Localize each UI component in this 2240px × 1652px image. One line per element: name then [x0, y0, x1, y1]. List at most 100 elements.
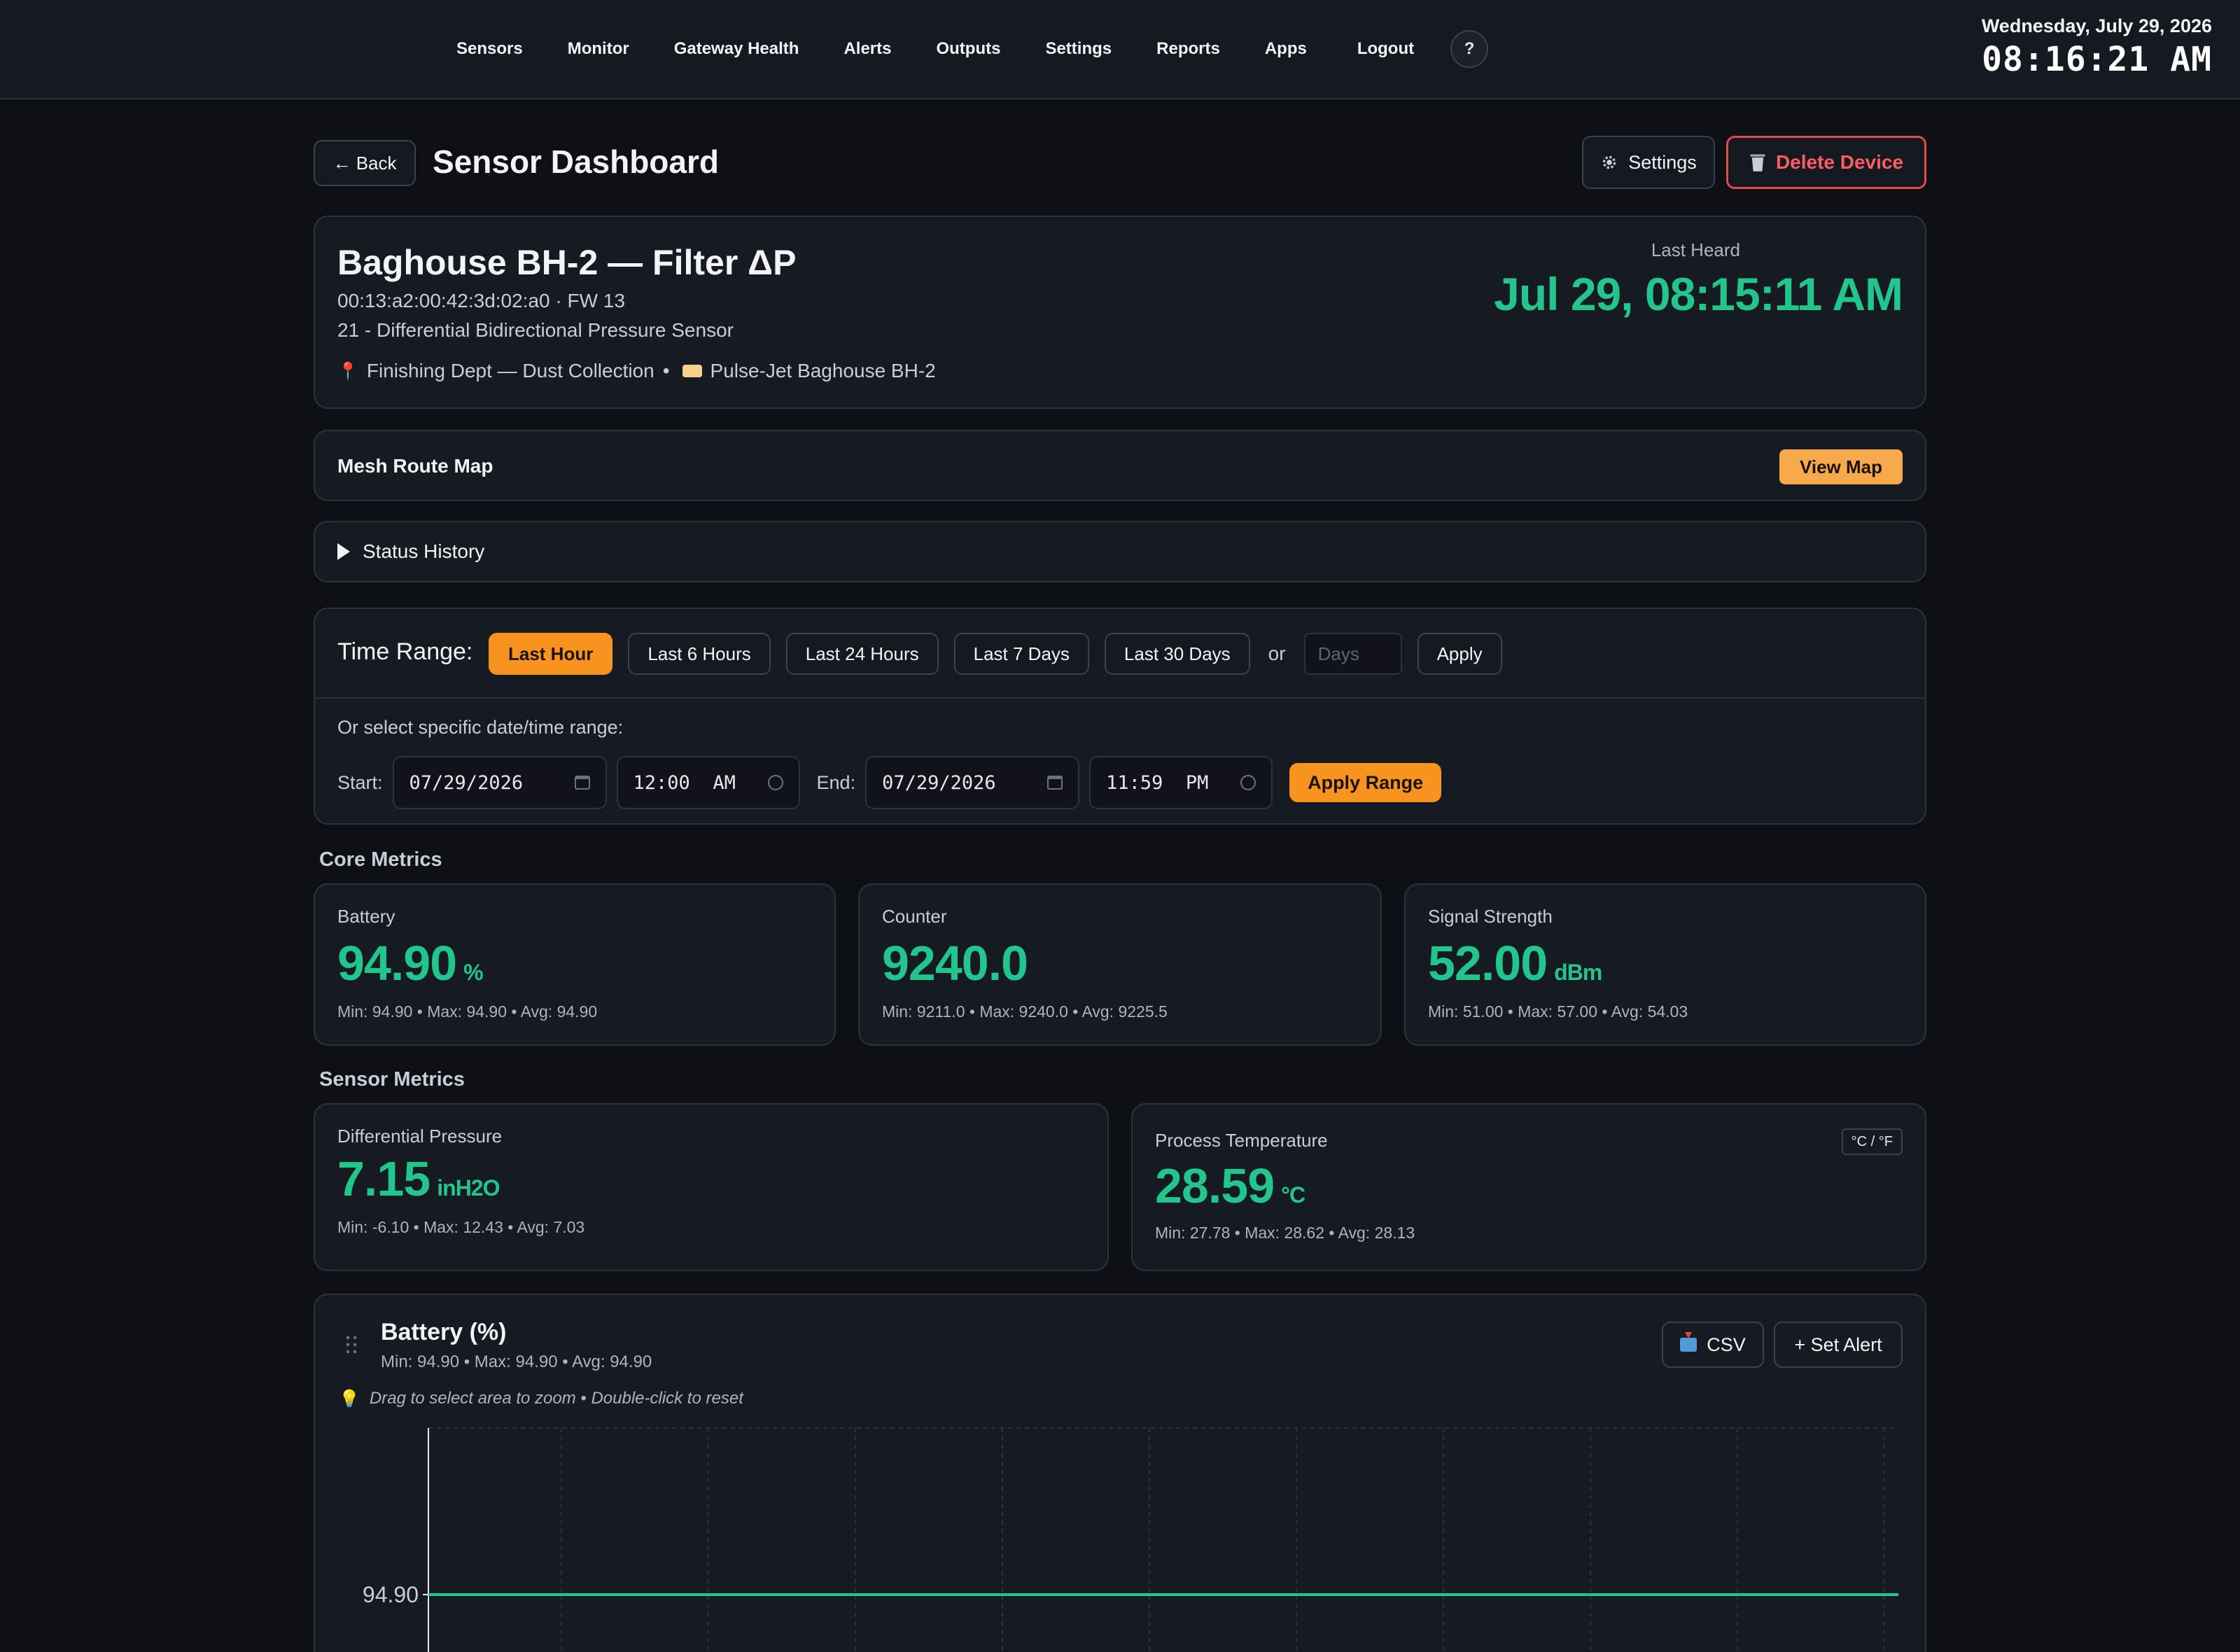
- csv-export-button[interactable]: CSV: [1662, 1322, 1764, 1368]
- mesh-route-map-card: Mesh Route Map View Map: [314, 430, 1926, 501]
- battery-metric-card: Battery 94.90 % Min: 94.90 • Max: 94.90 …: [314, 883, 836, 1046]
- apply-days-button[interactable]: Apply: [1417, 633, 1502, 675]
- start-date-value: 07/29/2026: [409, 771, 524, 794]
- device-location: Finishing Dept — Dust Collection: [366, 360, 654, 382]
- nav-alerts[interactable]: Alerts: [821, 39, 913, 59]
- lightbulb-icon: 💡: [339, 1390, 360, 1408]
- metric-value: 7.15 inH2O: [337, 1151, 500, 1207]
- chart-hint: 💡 Drag to select area to zoom • Double-c…: [339, 1389, 743, 1409]
- location-pin-icon: 📍: [337, 361, 358, 381]
- chart-stats: Min: 94.90 • Max: 94.90 • Avg: 94.90: [381, 1352, 652, 1371]
- gear-icon: [1603, 155, 1616, 169]
- metric-label: Battery: [337, 906, 396, 927]
- device-settings-button[interactable]: Settings: [1582, 136, 1715, 189]
- last-heard-label: Last Heard: [1651, 239, 1740, 260]
- nav-apps[interactable]: Apps: [1242, 39, 1329, 59]
- chart-title: Battery (%): [381, 1319, 507, 1345]
- unit-toggle-button[interactable]: °C / °F: [1841, 1128, 1903, 1155]
- signal-strength-metric-card: Signal Strength 52.00 dBm Min: 51.00 • M…: [1404, 883, 1926, 1046]
- specific-range-label: Or select specific date/time range:: [337, 717, 624, 738]
- metric-stats: Min: 9211.0 • Max: 9240.0 • Avg: 9225.5: [882, 1002, 1168, 1021]
- mesh-route-map-title: Mesh Route Map: [337, 455, 493, 477]
- nav-reports[interactable]: Reports: [1134, 39, 1242, 59]
- device-name: Baghouse BH-2 — Filter ΔP: [337, 243, 797, 282]
- metric-number: 94.90: [337, 936, 457, 990]
- main-nav: Sensors Monitor Gateway Health Alerts Ou…: [434, 0, 1489, 98]
- nav-logout[interactable]: Logout: [1335, 39, 1436, 59]
- calendar-icon[interactable]: [574, 776, 590, 790]
- top-navbar: Sensors Monitor Gateway Health Alerts Ou…: [0, 0, 2240, 99]
- settings-label: Settings: [1628, 151, 1697, 173]
- chart-hint-text: Drag to select area to zoom • Double-cli…: [369, 1389, 743, 1408]
- back-button[interactable]: ← Back: [314, 140, 416, 186]
- range-last-6-hours-button[interactable]: Last 6 Hours: [628, 633, 771, 675]
- drag-handle-icon[interactable]: [344, 1334, 358, 1354]
- nav-gateway-health[interactable]: Gateway Health: [652, 39, 822, 59]
- core-metrics-title: Core Metrics: [319, 848, 442, 871]
- delete-device-button[interactable]: Delete Device: [1726, 136, 1926, 189]
- days-input[interactable]: [1303, 633, 1402, 675]
- device-type: 21 - Differential Bidirectional Pressure…: [337, 319, 734, 341]
- device-info-card: Baghouse BH-2 — Filter ΔP 00:13:a2:00:42…: [314, 216, 1926, 409]
- metric-unit: %: [463, 960, 483, 985]
- end-label: End:: [816, 771, 856, 793]
- last-heard-value: Jul 29, 08:15:11 AM: [1494, 268, 1903, 320]
- nav-settings[interactable]: Settings: [1023, 39, 1134, 59]
- expand-triangle-icon: [337, 543, 350, 560]
- time-range-label: Time Range:: [337, 638, 473, 665]
- sensor-metrics-title: Sensor Metrics: [319, 1068, 465, 1091]
- set-alert-button[interactable]: + Set Alert: [1774, 1322, 1903, 1368]
- range-last-7-days-button[interactable]: Last 7 Days: [953, 633, 1089, 675]
- page-header: ← Back Sensor Dashboard Settings Delete …: [314, 133, 1926, 193]
- metric-value: 52.00 dBm: [1428, 935, 1602, 991]
- start-date-field[interactable]: 07/29/2026: [392, 756, 607, 809]
- end-date-field[interactable]: 07/29/2026: [865, 756, 1080, 809]
- end-date-value: 07/29/2026: [882, 771, 996, 794]
- nav-sensors[interactable]: Sensors: [434, 39, 545, 59]
- metric-value: 94.90 %: [337, 935, 484, 991]
- end-time-field[interactable]: 11:59 PM: [1089, 756, 1273, 809]
- range-last-hour-button[interactable]: Last Hour: [489, 633, 613, 675]
- page-title: Sensor Dashboard: [433, 144, 719, 180]
- download-tray-icon: [1680, 1332, 1698, 1352]
- nav-outputs[interactable]: Outputs: [913, 39, 1023, 59]
- csv-label: CSV: [1707, 1334, 1746, 1355]
- metric-unit: inH2O: [437, 1175, 500, 1200]
- main-content: ← Back Sensor Dashboard Settings Delete …: [314, 133, 1926, 1652]
- battery-chart-plot[interactable]: 94.90: [315, 1421, 1925, 1652]
- range-last-24-hours-button[interactable]: Last 24 Hours: [785, 633, 939, 675]
- clock-icon[interactable]: [1240, 775, 1256, 790]
- metric-number: 9240.0: [882, 936, 1028, 990]
- calendar-icon[interactable]: [1047, 776, 1063, 790]
- specific-range-fields: Start: 07/29/2026 12:00 AM End: 07/29/20…: [337, 756, 1442, 809]
- time-range-card: Time Range: Last Hour Last 6 Hours Last …: [314, 608, 1926, 825]
- range-last-30-days-button[interactable]: Last 30 Days: [1104, 633, 1250, 675]
- status-history-card[interactable]: Status History: [314, 521, 1926, 582]
- trash-icon: [1750, 154, 1765, 172]
- device-asset: Pulse-Jet Baghouse BH-2: [710, 360, 936, 382]
- process-temperature-metric-card: Process Temperature °C / °F 28.59 °C Min…: [1131, 1103, 1926, 1271]
- metric-unit: dBm: [1554, 960, 1602, 985]
- chart-y-tick-label: 94.90: [363, 1582, 419, 1607]
- end-time-value: 11:59 PM: [1106, 771, 1209, 794]
- apply-range-button[interactable]: Apply Range: [1289, 763, 1442, 802]
- metric-value: 28.59 °C: [1155, 1158, 1306, 1214]
- help-button[interactable]: ?: [1450, 30, 1489, 68]
- start-time-value: 12:00 AM: [633, 771, 736, 794]
- battery-chart-card: Battery (%) Min: 94.90 • Max: 94.90 • Av…: [314, 1294, 1926, 1652]
- clock-date: Wednesday, July 29, 2026: [1981, 15, 2212, 36]
- clock-icon[interactable]: [767, 775, 783, 790]
- status-history-toggle[interactable]: Status History: [337, 540, 484, 563]
- time-range-buttons: Last Hour Last 6 Hours Last 24 Hours Las…: [489, 633, 1502, 675]
- nav-monitor[interactable]: Monitor: [545, 39, 652, 59]
- metric-value: 9240.0: [882, 935, 1028, 991]
- metric-number: 52.00: [1428, 936, 1548, 990]
- or-label: or: [1268, 643, 1286, 664]
- view-map-button[interactable]: View Map: [1779, 449, 1903, 484]
- location-separator: •: [662, 360, 670, 382]
- start-time-field[interactable]: 12:00 AM: [616, 756, 800, 809]
- tag-icon: [682, 365, 702, 377]
- metric-label: Differential Pressure: [337, 1126, 503, 1147]
- metric-unit: °C: [1281, 1182, 1306, 1208]
- metric-stats: Min: 94.90 • Max: 94.90 • Avg: 94.90: [337, 1002, 598, 1021]
